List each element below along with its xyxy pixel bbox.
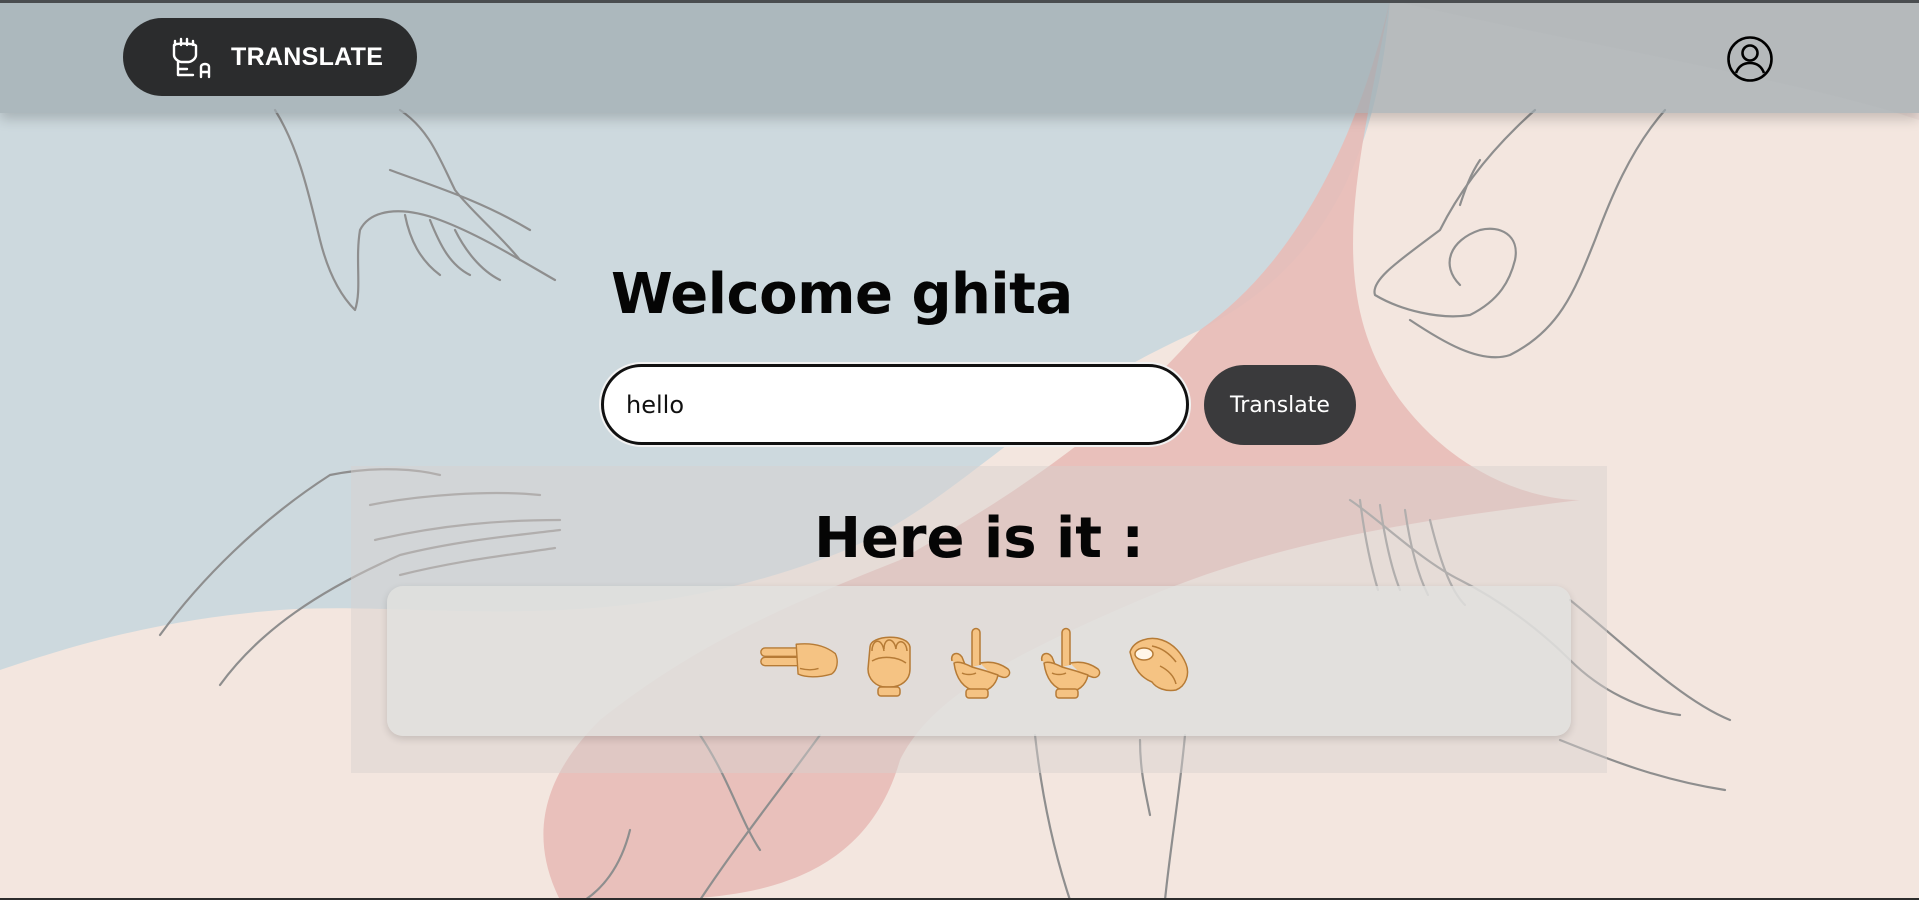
welcome-heading: Welcome ghita — [611, 262, 1073, 327]
hand-l-sign-icon — [1029, 621, 1109, 701]
sign-language-fist-icon — [169, 32, 219, 82]
hand-e-sign-icon — [849, 621, 929, 701]
sign-list — [759, 621, 1199, 701]
translate-button[interactable]: Translate — [1204, 365, 1356, 445]
text-to-translate-input[interactable] — [601, 364, 1189, 445]
hand-h-sign-icon — [759, 621, 839, 701]
user-account-icon[interactable] — [1726, 35, 1774, 83]
brand-label: TRANSLATE — [231, 42, 384, 71]
hand-o-sign-icon — [1119, 621, 1199, 701]
navbar: TRANSLATE — [0, 3, 1919, 113]
brand-home-button[interactable]: TRANSLATE — [123, 18, 417, 96]
window-top-border — [0, 0, 1919, 3]
hand-l-sign-icon — [939, 621, 1019, 701]
sign-result-card — [387, 586, 1571, 736]
result-heading: Here is it : — [814, 506, 1144, 571]
result-panel: Here is it : — [351, 466, 1607, 773]
